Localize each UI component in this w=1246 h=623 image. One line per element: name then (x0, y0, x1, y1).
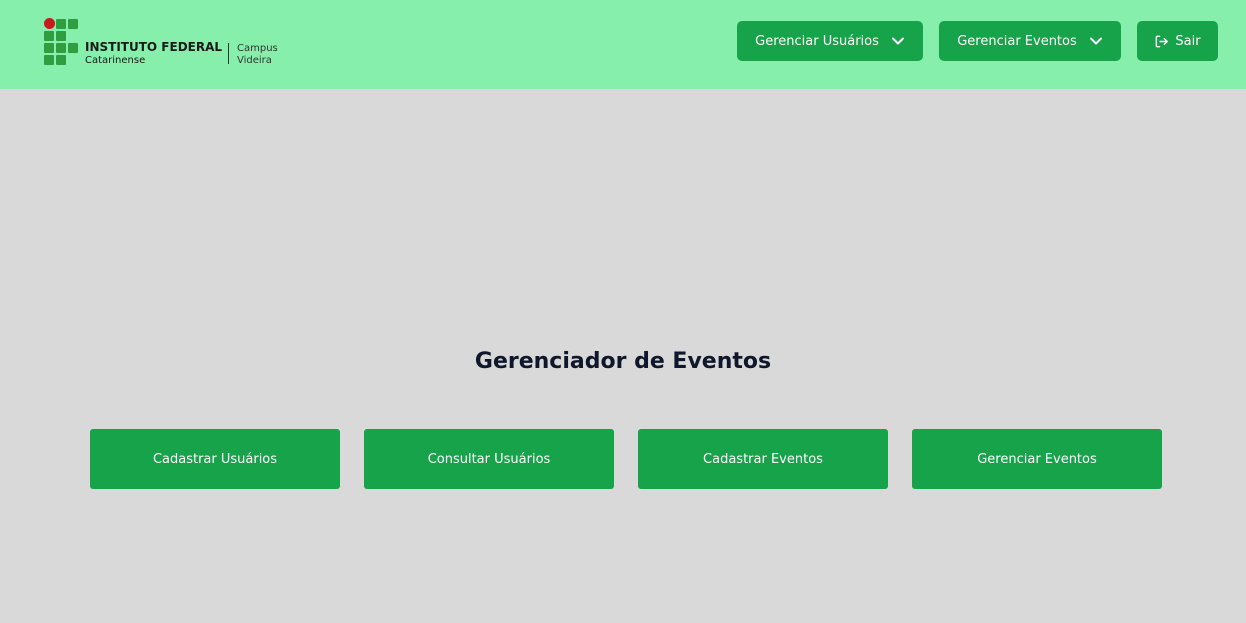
logo-square (44, 43, 54, 53)
page-title: Gerenciador de Eventos (474, 349, 772, 374)
logo-campus-line1: Campus (237, 43, 278, 54)
logout-button[interactable]: Sair (1137, 21, 1218, 61)
logo-square (56, 19, 66, 29)
logo-square (56, 31, 66, 41)
logo-square (56, 55, 66, 65)
top-navbar: INSTITUTO FEDERAL Catarinense Campus Vid… (0, 0, 1246, 89)
logout-icon (1156, 35, 1169, 47)
logo-square (44, 55, 54, 65)
manage-events-dropdown-button[interactable]: Gerenciar Eventos (939, 21, 1121, 61)
logo-red-dot (44, 18, 55, 29)
search-users-button[interactable]: Consultar Usuários (364, 429, 614, 489)
logo-campus-line2: Videira (237, 55, 272, 66)
logo-square (56, 43, 66, 53)
logo-subtitle: Catarinense (85, 55, 146, 66)
register-users-button[interactable]: Cadastrar Usuários (90, 429, 340, 489)
logo-square (68, 43, 78, 53)
logo-square (44, 31, 54, 41)
ifc-logo-mark (44, 18, 80, 66)
manage-events-button[interactable]: Gerenciar Eventos (912, 429, 1162, 489)
manage-events-label: Gerenciar Eventos (957, 33, 1077, 49)
logo-title: INSTITUTO FEDERAL (85, 40, 223, 54)
ifc-logo[interactable]: INSTITUTO FEDERAL Catarinense Campus Vid… (44, 18, 284, 66)
logout-label: Sair (1175, 33, 1201, 49)
manage-users-label: Gerenciar Usuários (755, 33, 879, 49)
logo-divider (228, 43, 229, 64)
register-events-button[interactable]: Cadastrar Eventos (638, 429, 888, 489)
manage-users-dropdown-button[interactable]: Gerenciar Usuários (737, 21, 923, 61)
chevron-down-icon (891, 37, 904, 45)
logo-square (68, 19, 78, 29)
chevron-down-icon (1089, 37, 1102, 45)
logo-campus: Campus Videira (237, 43, 278, 67)
